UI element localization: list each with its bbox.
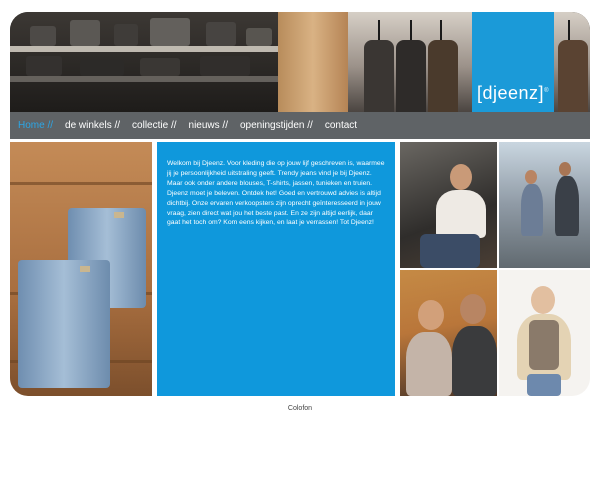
man-in-car-photo	[400, 142, 497, 268]
colofon-link[interactable]: Colofon	[288, 405, 312, 412]
content-area: Welkom bij Djeenz. Voor kleding die op j…	[10, 142, 590, 398]
footer: Colofon	[0, 405, 600, 412]
jeans-display-photo	[10, 142, 152, 396]
site-wrapper: [djeenz]® Home // de winkels // collecti…	[10, 12, 590, 398]
welcome-text-box: Welkom bij Djeenz. Voor kleding die op j…	[157, 142, 395, 396]
couple-sunglasses-photo	[400, 270, 497, 396]
header-banner: [djeenz]®	[10, 12, 590, 112]
photo-collage	[400, 142, 590, 396]
main-nav: Home // de winkels // collectie // nieuw…	[10, 112, 590, 139]
store-shelves-photo	[10, 12, 280, 112]
nav-item-openingstijden[interactable]: openingstijden //	[240, 120, 313, 131]
nav-item-collectie[interactable]: collectie //	[132, 120, 176, 131]
registered-mark: ®	[544, 88, 549, 94]
nav-item-de-winkels[interactable]: de winkels //	[65, 120, 120, 131]
brand-logo[interactable]: [djeenz]®	[472, 12, 554, 112]
nav-item-home[interactable]: Home //	[18, 120, 53, 131]
logo-text: [djeenz]	[477, 83, 545, 103]
woman-cardigan-photo	[499, 270, 590, 396]
welcome-paragraph: Welkom bij Djeenz. Voor kleding die op j…	[167, 160, 385, 187]
experience-paragraph: Djeenz moet je beleven. Ontdek het! Goed…	[167, 189, 381, 227]
nav-item-nieuws[interactable]: nieuws //	[189, 120, 228, 131]
couple-street-photo	[499, 142, 590, 268]
nav-item-contact[interactable]: contact	[325, 120, 357, 131]
wood-pillar-photo	[278, 12, 348, 112]
